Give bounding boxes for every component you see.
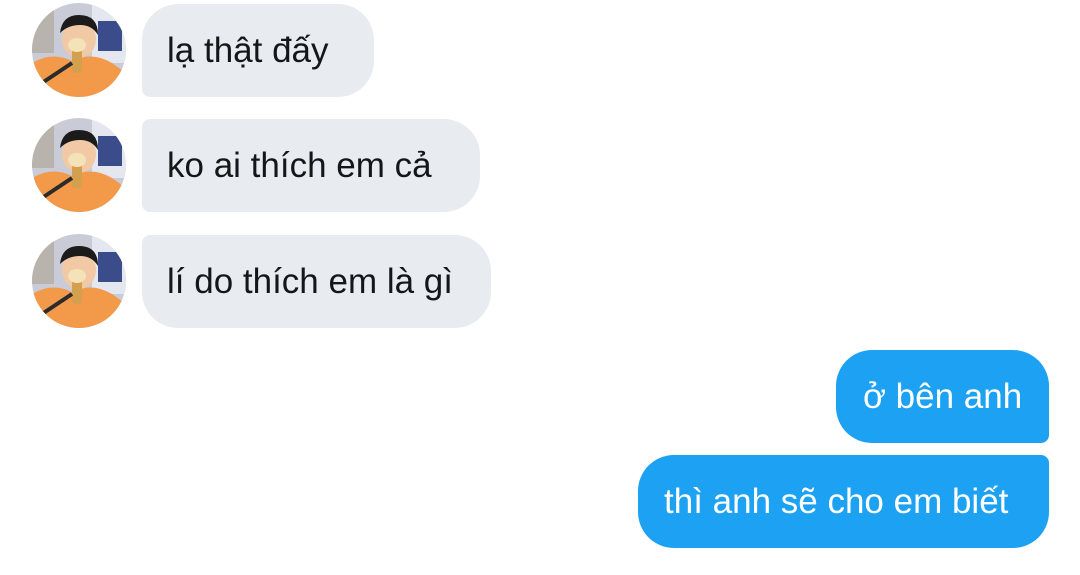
outgoing-message[interactable]: thì anh sẽ cho em biết [638, 455, 1049, 548]
chat-thread: lạ thật đấy ko ai thích em cả lí do thíc… [0, 0, 1080, 575]
user-avatar-icon [32, 234, 126, 328]
user-avatar-icon [32, 118, 126, 212]
message-text: ở bên anh [863, 376, 1023, 416]
avatar[interactable] [32, 118, 126, 212]
message-text: lạ thật đấy [167, 30, 329, 70]
message-text: lí do thích em là gì [167, 261, 453, 301]
incoming-message[interactable]: ko ai thích em cả [142, 119, 480, 212]
incoming-message[interactable]: lạ thật đấy [142, 4, 374, 97]
incoming-message[interactable]: lí do thích em là gì [142, 235, 491, 328]
user-avatar-icon [32, 3, 126, 97]
outgoing-message[interactable]: ở bên anh [836, 350, 1049, 443]
avatar[interactable] [32, 3, 126, 97]
message-text: thì anh sẽ cho em biết [664, 481, 1009, 521]
avatar[interactable] [32, 234, 126, 328]
message-text: ko ai thích em cả [167, 145, 432, 185]
